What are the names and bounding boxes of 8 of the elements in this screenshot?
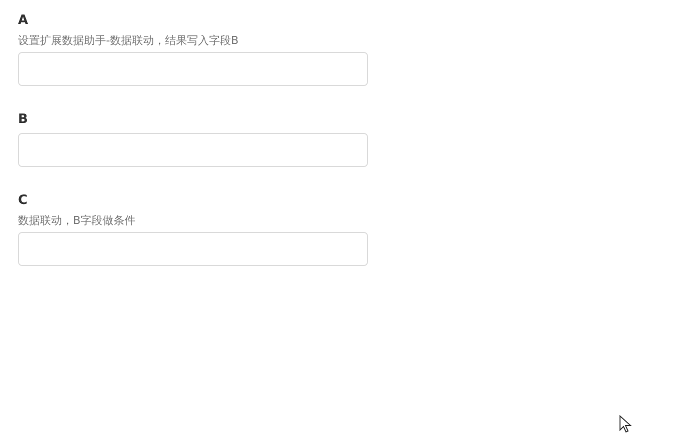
input-field[interactable] xyxy=(18,232,368,266)
field-label: C xyxy=(18,192,29,209)
field-label: A xyxy=(18,12,30,29)
input-field[interactable] xyxy=(18,52,368,86)
field-label: B xyxy=(18,111,29,128)
field-description: 数据联动，B字段做条件 xyxy=(18,213,137,228)
input-field[interactable] xyxy=(18,133,368,167)
field-description: 设置扩展数据助手-数据联动，结果写入字段B xyxy=(18,33,240,48)
